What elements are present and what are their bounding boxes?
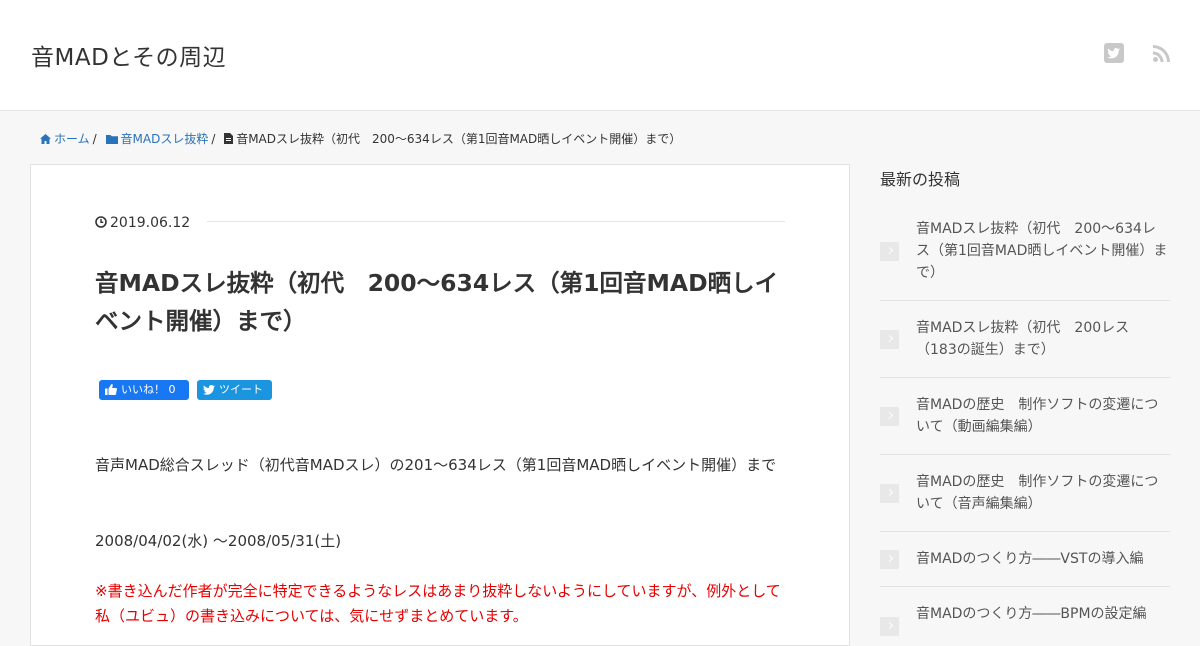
post-date: 2019.06.12 — [95, 215, 190, 231]
chevron-right-icon — [880, 550, 899, 569]
breadcrumb-separator: / — [211, 132, 216, 146]
thumbs-up-icon — [105, 384, 117, 395]
sidebar-item-label[interactable]: 音MADスレ抜粋（初代 200～634レス（第1回音MAD晒しイベント開催）まで… — [916, 218, 1168, 284]
like-count: 0 — [168, 383, 176, 396]
chevron-right-icon — [880, 617, 899, 636]
post-article: 2019.06.12 音MADスレ抜粋（初代 200～634レス（第1回音MAD… — [30, 164, 850, 646]
breadcrumb-separator: / — [92, 132, 97, 146]
post-title: 音MADスレ抜粋（初代 200～634レス（第1回音MAD晒しイベント開催）まで… — [95, 269, 779, 335]
chevron-right-icon — [880, 484, 899, 503]
tweet-button[interactable]: ツイート — [197, 380, 272, 400]
sidebar-item-label[interactable]: 音MADの歴史 制作ソフトの変遷について（音声編集編） — [916, 471, 1168, 515]
site-title[interactable]: 音MADとその周辺 — [31, 38, 226, 72]
sidebar-item-recent-post[interactable]: 音MADスレ抜粋（初代 200レス（183の誕生）まで） — [880, 301, 1170, 378]
file-icon — [224, 133, 234, 144]
tweet-label: ツイート — [219, 383, 263, 396]
home-icon — [40, 134, 51, 144]
sidebar-heading: 最新の投稿 — [880, 170, 961, 189]
chevron-right-icon — [880, 407, 899, 426]
sidebar-item-recent-post[interactable]: 音MADの歴史 制作ソフトの変遷について（動画編集編） — [880, 378, 1170, 455]
post-warning-paragraph: ※書き込んだ作者が完全に特定できるようなレスはあまり抜粋しないようにしていますが… — [95, 582, 781, 625]
sidebar-item-label[interactable]: 音MADの歴史 制作ソフトの変遷について（動画編集編） — [916, 394, 1168, 438]
twitter-icon[interactable] — [1103, 42, 1125, 64]
chevron-right-icon — [880, 242, 899, 261]
breadcrumb-home[interactable]: ホーム — [54, 132, 90, 146]
twitter-bird-icon — [203, 385, 215, 395]
divider — [207, 221, 785, 222]
breadcrumb-category[interactable]: 音MADスレ抜粋 — [121, 132, 209, 146]
chevron-right-icon — [880, 330, 899, 349]
breadcrumb: ホーム / 音MADスレ抜粋 / 音MADスレ抜粋（初代 200～634レス（第1回… — [40, 130, 681, 147]
post-paragraph: 音声MAD総合スレッド（初代音MADスレ）の201～634レス（第1回音MAD晒… — [95, 456, 777, 474]
post-paragraph: 2008/04/02(水) ～2008/05/31(土) — [95, 532, 342, 550]
like-label: いいね！ — [121, 383, 165, 396]
breadcrumb-current: 音MADスレ抜粋（初代 200～634レス（第1回音MAD晒しイベント開催）まで… — [236, 132, 682, 146]
site-header: 音MADとその周辺 — [0, 0, 1200, 111]
sidebar-item-label[interactable]: 音MADのつくり方――VSTの導入編 — [916, 548, 1168, 570]
sidebar-item-recent-post[interactable]: 音MADの歴史 制作ソフトの変遷について（音声編集編） — [880, 455, 1170, 532]
sidebar-item-recent-post[interactable]: 音MADのつくり方――VSTの導入編 — [880, 532, 1170, 587]
sidebar-item-recent-post[interactable]: 音MADのつくり方――BPMの設定編 — [880, 587, 1170, 636]
folder-icon — [105, 135, 118, 144]
clock-icon — [95, 216, 107, 228]
sidebar-item-recent-post[interactable]: 音MADスレ抜粋（初代 200～634レス（第1回音MAD晒しイベント開催）まで… — [880, 210, 1170, 301]
facebook-like-button[interactable]: いいね！ 0 — [99, 380, 189, 400]
post-date-text: 2019.06.12 — [110, 215, 191, 231]
sidebar-item-label[interactable]: 音MADスレ抜粋（初代 200レス（183の誕生）まで） — [916, 317, 1168, 361]
sidebar-item-label[interactable]: 音MADのつくり方――BPMの設定編 — [916, 603, 1168, 625]
rss-icon[interactable] — [1151, 42, 1173, 64]
